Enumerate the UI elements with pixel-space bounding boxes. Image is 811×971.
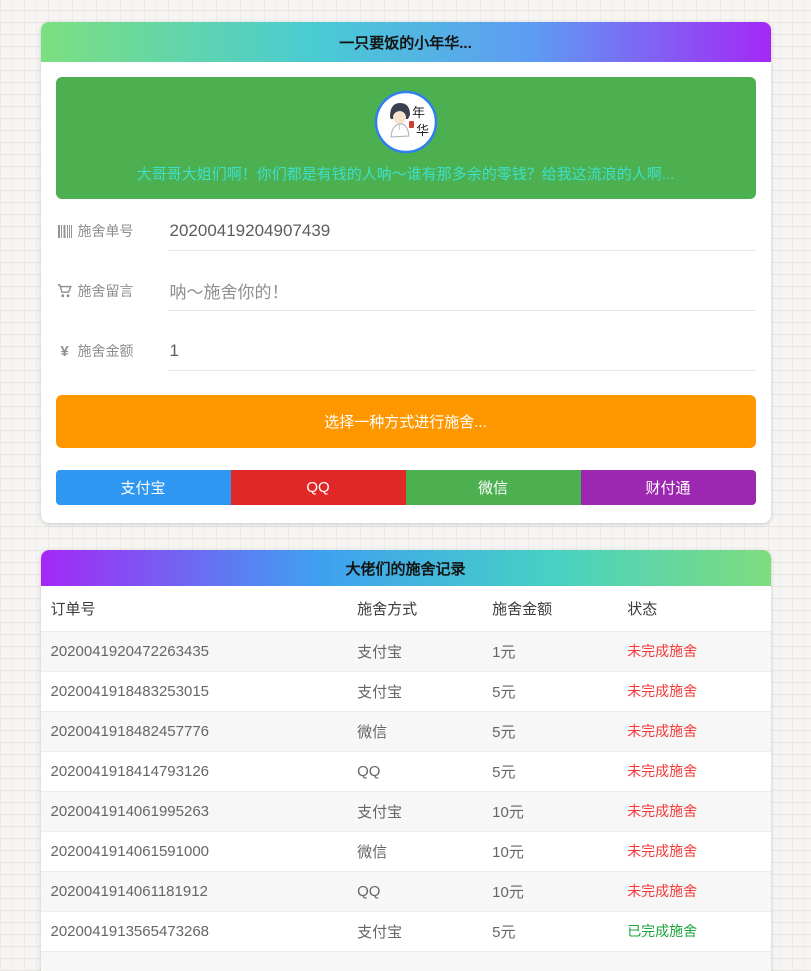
status-badge: 未完成施舍: [617, 831, 770, 871]
pay-wechat-button[interactable]: 微信: [406, 470, 581, 505]
content-wrap: 一只要饭的小年华... 年 华 大哥哥大姐们啊！你们都是有钱的人: [41, 0, 771, 971]
status-badge: 未完成施舍: [617, 711, 770, 751]
page: { "donate": { "title": "一只要饭的小年华...", "n…: [0, 0, 811, 971]
amount-cell: 5元: [482, 711, 617, 751]
table-row: 2020041920472263435 支付宝 1元 未完成施舍: [41, 631, 771, 671]
status-badge: 未完成施舍: [617, 871, 770, 911]
field-row-amount: ¥ 施舍金额: [56, 321, 756, 381]
notice-message: 大哥哥大姐们啊！你们都是有钱的人呐～谁有那多余的零钱？给我这流浪的人啊...: [68, 163, 744, 184]
table-row: 2020041914061181912 QQ 10元 未完成施舍: [41, 871, 771, 911]
page-title: 一只要饭的小年华...: [339, 32, 472, 53]
order-no-cell: 2020041918483253015: [41, 671, 348, 711]
field-row-message: 施舍留言: [56, 261, 756, 321]
order-no-cell: 2020041918482457776: [41, 711, 348, 751]
order-no-cell: 2020041914061995263: [41, 791, 348, 831]
order-no-cell: 2020041914061591000: [41, 831, 348, 871]
amount-label: 施舍金额: [78, 341, 154, 361]
records-table-header-row: 订单号 施舍方式 施舍金额 状态: [41, 586, 771, 631]
records-title: 大佬们的施舍记录: [345, 558, 465, 579]
records-card-header: 大佬们的施舍记录: [41, 550, 771, 586]
col-status: 状态: [617, 586, 770, 631]
col-method: 施舍方式: [347, 586, 482, 631]
method-cell: 微信: [347, 711, 482, 751]
amount-cell: 1元: [482, 631, 617, 671]
order-no-cell: 2020041914061181912: [41, 871, 348, 911]
red-seal: [409, 121, 414, 128]
status-badge: 未完成施舍: [617, 791, 770, 831]
status-badge: 未完成施舍: [617, 631, 770, 671]
donation-card-header: 一只要饭的小年华...: [41, 22, 771, 62]
pay-qq-button[interactable]: QQ: [231, 470, 406, 505]
status-badge: 已完成施舍: [617, 911, 770, 951]
order-no-cell: 2020041918414793126: [41, 751, 348, 791]
amount-cell: 5元: [482, 671, 617, 711]
amount-cell: 5元: [482, 751, 617, 791]
col-order-no: 订单号: [41, 586, 348, 631]
table-row: 2020041918414793126 QQ 5元 未完成施舍: [41, 751, 771, 791]
table-footer-stripe: [41, 952, 771, 971]
records-card: 大佬们的施舍记录 订单号 施舍方式 施舍金额 状态 20200419204722…: [41, 550, 771, 971]
message-input[interactable]: [168, 272, 756, 311]
status-badge: 未完成施舍: [617, 671, 770, 711]
method-cell: 支付宝: [347, 911, 482, 951]
avatar-name-char-1: 年: [412, 106, 425, 121]
avatar-illustration: 年 华: [374, 90, 438, 154]
donation-card: 一只要饭的小年华... 年 华 大哥哥大姐们啊！你们都是有钱的人: [41, 22, 771, 523]
method-cell: QQ: [347, 871, 482, 911]
amount-input[interactable]: [168, 332, 756, 371]
order-no-input[interactable]: [168, 212, 756, 251]
method-cell: 支付宝: [347, 791, 482, 831]
order-no-cell: 2020041913565473268: [41, 911, 348, 951]
yen-icon: ¥: [56, 343, 74, 360]
method-cell: 微信: [347, 831, 482, 871]
method-cell: 支付宝: [347, 631, 482, 671]
table-row: 2020041913565473268 支付宝 5元 已完成施舍: [41, 911, 771, 951]
table-row: 2020041918483253015 支付宝 5元 未完成施舍: [41, 671, 771, 711]
beggar-notice: 年 华 大哥哥大姐们啊！你们都是有钱的人呐～谁有那多余的零钱？给我这流浪的人啊.…: [56, 77, 756, 199]
table-row: 2020041914061591000 微信 10元 未完成施舍: [41, 831, 771, 871]
method-cell: 支付宝: [347, 671, 482, 711]
barcode-icon: [56, 225, 74, 238]
order-no-cell: 2020041920472263435: [41, 631, 348, 671]
amount-cell: 10元: [482, 871, 617, 911]
pay-method-row: 支付宝 QQ 微信 财付通: [56, 470, 756, 505]
col-amount: 施舍金额: [482, 586, 617, 631]
order-no-label: 施舍单号: [78, 221, 154, 241]
amount-cell: 10元: [482, 791, 617, 831]
avatar-name-char-2: 华: [416, 124, 429, 139]
method-cell: QQ: [347, 751, 482, 791]
amount-cell: 5元: [482, 911, 617, 951]
amount-cell: 10元: [482, 831, 617, 871]
table-row: 2020041914061995263 支付宝 10元 未完成施舍: [41, 791, 771, 831]
field-row-order-no: 施舍单号: [56, 201, 756, 261]
avatar: 年 华: [374, 90, 438, 154]
choose-method-button[interactable]: 选择一种方式进行施舍...: [56, 395, 756, 448]
pay-alipay-button[interactable]: 支付宝: [56, 470, 231, 505]
records-table: 订单号 施舍方式 施舍金额 状态 2020041920472263435 支付宝…: [41, 586, 771, 952]
status-badge: 未完成施舍: [617, 751, 770, 791]
table-row: 2020041918482457776 微信 5元 未完成施舍: [41, 711, 771, 751]
cart-icon: [56, 284, 74, 298]
message-label: 施舍留言: [78, 281, 154, 301]
pay-tenpay-button[interactable]: 财付通: [581, 470, 756, 505]
donation-form: 施舍单号 施舍留言 ¥ 施舍金额: [41, 199, 771, 381]
